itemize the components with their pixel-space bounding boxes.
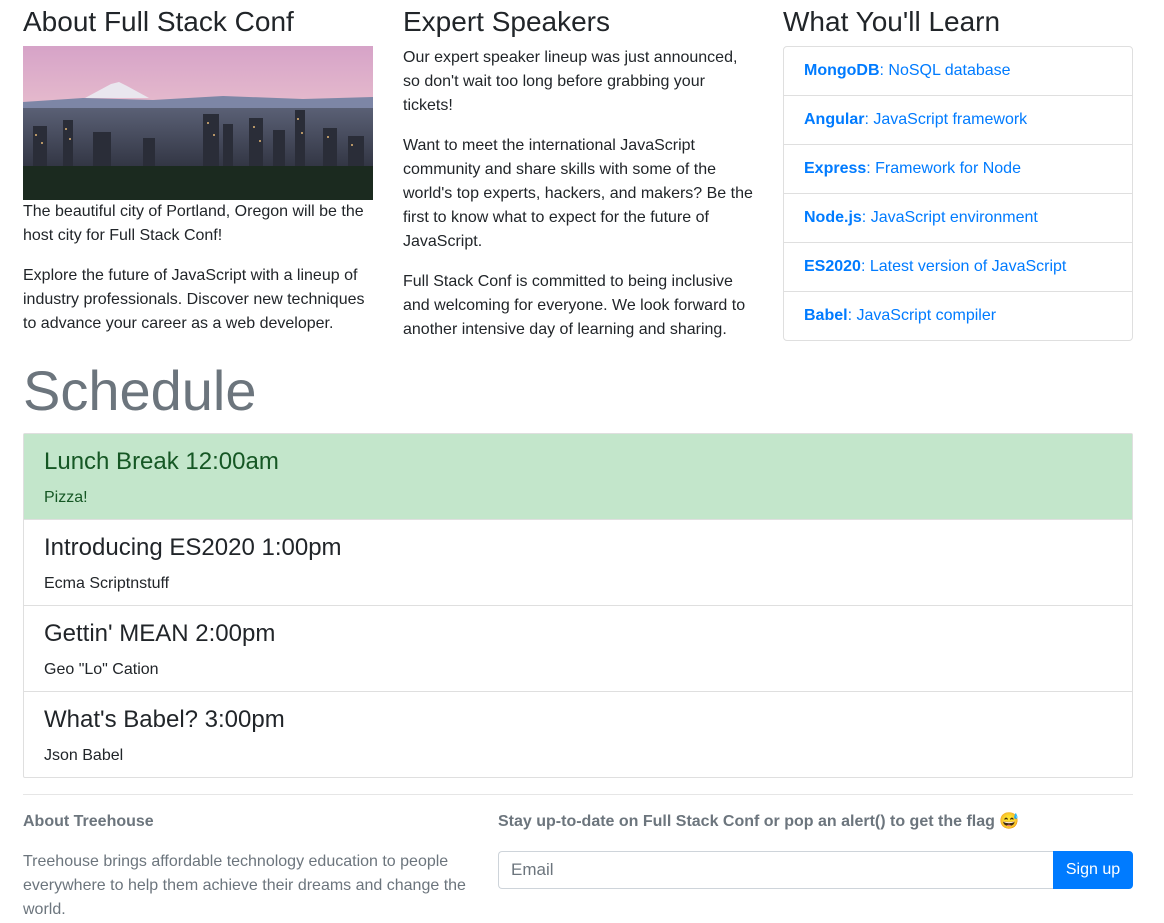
session-title: What's Babel? 3:00pm [44,706,285,733]
tech-name: Express [804,160,867,177]
signup-form: Sign up [498,851,1133,889]
about-paragraph: The beautiful city of Portland, Oregon w… [23,203,364,244]
session-speaker: Pizza! [44,489,88,506]
learn-column: What You'll Learn MongoDB: NoSQL databas… [783,0,1133,341]
speakers-paragraph: Want to meet the international JavaScrip… [403,137,753,250]
tech-description: : NoSQL database [879,62,1011,79]
list-item: Babel: JavaScript compiler [784,292,1132,340]
about-heading: About Full Stack Conf [23,6,294,37]
about-column: About Full Stack Conf The beautiful city… [23,0,373,352]
signup-heading: Stay up-to-date on Full Stack Conf or po… [498,813,1020,830]
tech-description: : JavaScript framework [864,111,1028,128]
speakers-heading: Expert Speakers [403,6,610,37]
tech-name: Node.js [804,209,862,226]
learn-link-babel[interactable]: Babel: JavaScript compiler [804,307,996,324]
footer-signup: Stay up-to-date on Full Stack Conf or po… [498,810,1133,889]
tech-name: Babel [804,307,848,324]
list-item: MongoDB: NoSQL database [784,47,1132,96]
sign-up-button[interactable]: Sign up [1053,851,1133,889]
speakers-column: Expert Speakers Our expert speaker lineu… [403,0,753,358]
intro-section: About Full Stack Conf The beautiful city… [23,0,1133,345]
footer-about-heading: About Treehouse [23,813,154,830]
learn-heading: What You'll Learn [783,6,1001,37]
footer-about: About Treehouse Treehouse brings afforda… [23,810,473,922]
learn-link-nodejs[interactable]: Node.js: JavaScript environment [804,209,1038,226]
schedule-heading: Schedule [23,359,257,422]
list-item: Node.js: JavaScript environment [784,194,1132,243]
footer-divider [23,794,1133,795]
session-speaker: Ecma Scriptnstuff [44,575,170,592]
speakers-paragraph: Our expert speaker lineup was just annou… [403,49,738,114]
session-speaker: Geo "Lo" Cation [44,661,159,678]
learn-link-es2020[interactable]: ES2020: Latest version of JavaScript [804,258,1066,275]
speakers-paragraph: Full Stack Conf is committed to being in… [403,273,746,338]
schedule-list: Lunch Break 12:00am Pizza! Introducing E… [23,433,1133,778]
list-item: ES2020: Latest version of JavaScript [784,243,1132,292]
about-paragraph: Explore the future of JavaScript with a … [23,267,365,332]
session-title: Lunch Break 12:00am [44,448,279,475]
learn-list: MongoDB: NoSQL database Angular: JavaScr… [783,46,1133,341]
learn-link-mongodb[interactable]: MongoDB: NoSQL database [804,62,1011,79]
learn-link-angular[interactable]: Angular: JavaScript framework [804,111,1027,128]
schedule-item: Lunch Break 12:00am Pizza! [24,434,1132,520]
schedule-item: Gettin' MEAN 2:00pm Geo "Lo" Cation [24,606,1132,692]
email-input[interactable] [498,851,1053,889]
session-title: Gettin' MEAN 2:00pm [44,620,276,647]
tech-name: Angular [804,111,865,128]
tech-description: : Latest version of JavaScript [860,258,1067,275]
session-speaker: Json Babel [44,747,124,764]
learn-link-express[interactable]: Express: Framework for Node [804,160,1021,177]
tech-name: MongoDB [804,62,880,79]
schedule-item: Introducing ES2020 1:00pm Ecma Scriptnst… [24,520,1132,606]
tech-description: : Framework for Node [866,160,1021,177]
list-item: Angular: JavaScript framework [784,96,1132,145]
session-title: Introducing ES2020 1:00pm [44,534,342,561]
list-item: Express: Framework for Node [784,145,1132,194]
tech-name: ES2020 [804,258,861,275]
tech-description: : JavaScript compiler [847,307,997,324]
portland-skyline-image [23,46,373,200]
footer-about-text: Treehouse brings affordable technology e… [23,853,466,918]
tech-description: : JavaScript environment [861,209,1038,226]
schedule-item: What's Babel? 3:00pm Json Babel [24,692,1132,777]
